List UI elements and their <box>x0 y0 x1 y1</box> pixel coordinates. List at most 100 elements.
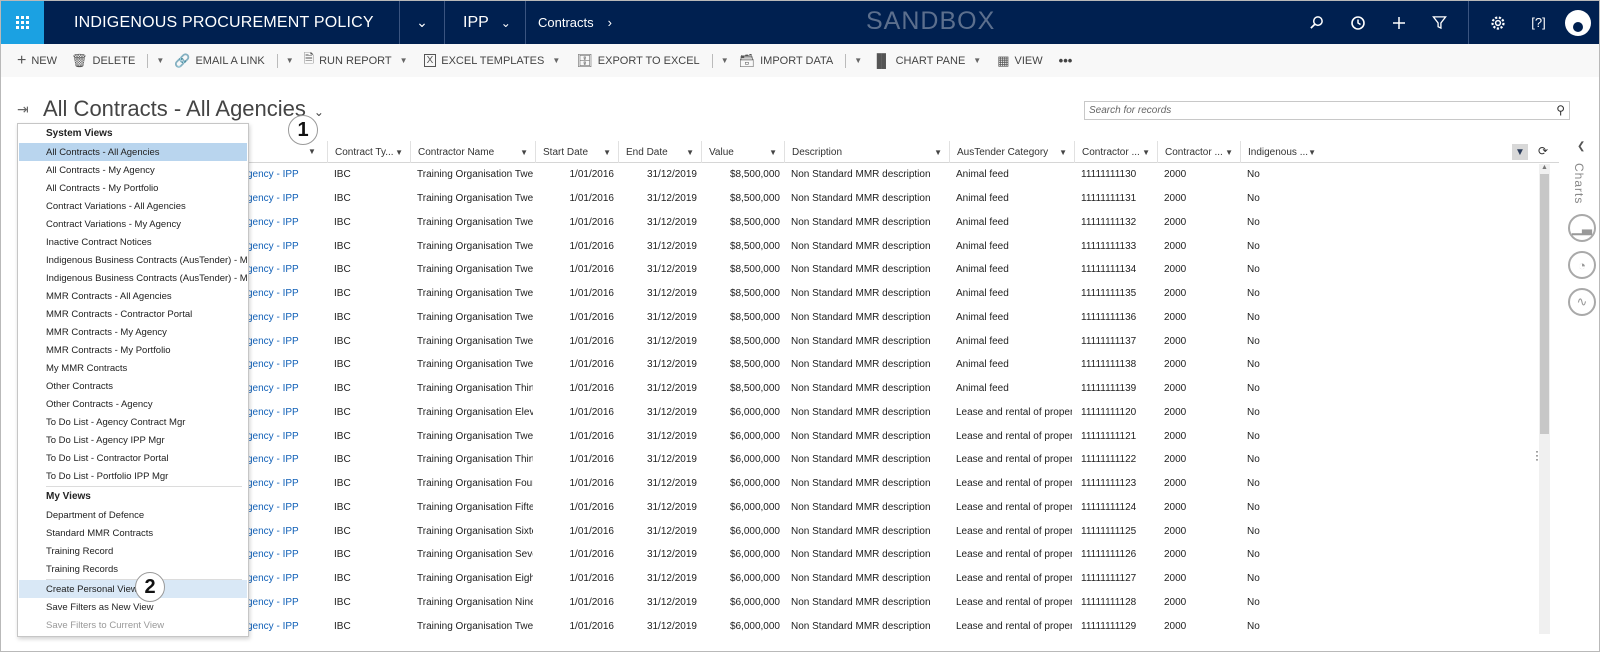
view-option[interactable]: Inactive Contract Notices <box>19 233 247 251</box>
column-header[interactable]: Contractor ... ▼ <box>1157 141 1240 163</box>
owner-agency-link[interactable]: gency - IPP <box>247 211 327 235</box>
view-option[interactable]: To Do List - Contractor Portal <box>19 449 247 467</box>
personal-view-option[interactable]: Training Records <box>19 560 247 578</box>
pin-icon[interactable]: ⇥ <box>17 101 43 118</box>
view-option[interactable]: Contract Variations - All Agencies <box>19 197 247 215</box>
view-option[interactable]: All Contracts - All Agencies <box>19 143 247 161</box>
view-option[interactable]: Indigenous Business Contracts (AusTender… <box>19 269 247 287</box>
sort-dropdown-icon[interactable]: ▼ <box>395 148 403 157</box>
search-icon[interactable]: ⚲ <box>1556 103 1565 117</box>
owner-agency-link[interactable]: gency - IPP <box>247 424 327 448</box>
import-data-button[interactable]: 🗃 IMPORT DATA <box>739 44 842 77</box>
column-header[interactable]: Contractor Name ▼ <box>410 141 535 163</box>
delete-dropdown-button[interactable]: ▼ <box>143 44 174 77</box>
sort-dropdown-icon[interactable]: ▼ <box>686 148 694 157</box>
module-switcher[interactable]: IPP ⌄ <box>445 14 525 32</box>
owner-agency-link[interactable]: gency - IPP <box>247 567 327 591</box>
delete-button[interactable]: 🗑 DELETE <box>71 44 143 77</box>
owner-agency-link[interactable]: gency - IPP <box>247 591 327 615</box>
view-option[interactable]: Indigenous Business Contracts (AusTender… <box>19 251 247 269</box>
scrollbar-thumb[interactable] <box>1540 174 1549 434</box>
view-button[interactable]: ▦ VIEW <box>997 44 1058 77</box>
view-option[interactable]: Other Contracts - Agency <box>19 395 247 413</box>
column-header[interactable]: Description ▼ <box>784 141 949 163</box>
owner-agency-link[interactable]: gency - IPP <box>247 543 327 567</box>
import-data-dropdown-button[interactable]: ▼ <box>841 44 872 77</box>
view-option[interactable]: Other Contracts <box>19 377 247 395</box>
sort-dropdown-icon[interactable]: ▼ <box>1225 148 1233 157</box>
email-link-button[interactable]: 🔗 EMAIL A LINK <box>174 44 272 77</box>
view-option[interactable]: MMR Contracts - All Agencies <box>19 287 247 305</box>
owner-agency-link[interactable]: gency - IPP <box>247 163 327 187</box>
line-chart-icon[interactable]: ∿ <box>1568 288 1596 316</box>
view-option[interactable]: All Contracts - My Portfolio <box>19 179 247 197</box>
sort-dropdown-icon[interactable]: ▼ <box>1059 148 1067 157</box>
sort-dropdown-icon[interactable]: ▼ <box>934 148 942 157</box>
search-icon[interactable] <box>1296 1 1337 44</box>
history-icon[interactable] <box>1337 1 1378 44</box>
owner-agency-link[interactable]: gency - IPP <box>247 306 327 330</box>
column-header[interactable]: Start Date ▼ <box>535 141 618 163</box>
sort-dropdown-icon[interactable]: ▼ <box>769 148 777 157</box>
sort-dropdown-icon[interactable]: ▼ <box>520 148 528 157</box>
chart-pane-button[interactable]: ▐▌ CHART PANE ▼ <box>872 44 997 77</box>
refresh-icon[interactable]: ⟳ <box>1538 144 1548 158</box>
avatar[interactable] <box>1565 9 1591 36</box>
plus-icon[interactable] <box>1378 1 1419 44</box>
view-option[interactable]: Contract Variations - My Agency <box>19 215 247 233</box>
column-header[interactable]: AusTender Category ▼ <box>949 141 1074 163</box>
owner-agency-link[interactable]: gency - IPP <box>247 519 327 543</box>
column-header[interactable]: End Date ▼ <box>618 141 701 163</box>
owner-agency-link[interactable]: gency - IPP <box>247 329 327 353</box>
owner-agency-link[interactable]: gency - IPP <box>247 282 327 306</box>
more-commands-button[interactable]: ••• <box>1059 44 1081 77</box>
scroll-up-icon[interactable]: ▲ <box>1541 164 1548 171</box>
view-option[interactable]: MMR Contracts - My Agency <box>19 323 247 341</box>
column-header[interactable]: Contractor ... ▼ <box>1074 141 1157 163</box>
filter-icon[interactable] <box>1419 1 1460 44</box>
excel-templates-button[interactable]: X EXCEL TEMPLATES ▼ <box>423 44 577 77</box>
view-option[interactable]: To Do List - Portfolio IPP Mgr <box>19 467 247 485</box>
filter-icon[interactable]: ▼ <box>1512 144 1528 160</box>
view-option[interactable]: To Do List - Agency IPP Mgr <box>19 431 247 449</box>
view-option[interactable]: All Contracts - My Agency <box>19 161 247 179</box>
chevron-down-icon[interactable]: ⌄ <box>314 105 324 119</box>
view-selector[interactable]: All Contracts - All Agencies <box>43 96 306 122</box>
owner-agency-link[interactable]: gency - IPP <box>247 401 327 425</box>
bar-chart-icon[interactable]: ▁▃ <box>1568 214 1596 242</box>
gear-icon[interactable] <box>1477 1 1518 44</box>
column-header[interactable]: Indigenous ... ▼ <box>1240 141 1323 163</box>
view-option[interactable]: To Do List - Agency Contract Mgr <box>19 413 247 431</box>
sort-dropdown-icon[interactable]: ▼ <box>603 148 611 157</box>
help-icon[interactable]: [?] <box>1518 1 1559 44</box>
pie-chart-icon[interactable]: ◔ <box>1568 251 1596 279</box>
view-option[interactable]: MMR Contracts - Contractor Portal <box>19 305 247 323</box>
app-title[interactable]: INDIGENOUS PROCUREMENT POLICY <box>44 14 399 32</box>
run-report-button[interactable]: 🗎 RUN REPORT ▼ <box>304 44 424 77</box>
owner-agency-link[interactable]: gency - IPP <box>247 187 327 211</box>
personal-view-option[interactable]: Training Record <box>19 542 247 560</box>
export-excel-dropdown-button[interactable]: ▼ <box>708 44 739 77</box>
chevron-down-icon[interactable]: ⌄ <box>400 14 444 31</box>
chevron-left-icon[interactable]: ❮ <box>1577 141 1585 152</box>
personal-view-option[interactable]: Standard MMR Contracts <box>19 524 247 542</box>
view-option[interactable]: My MMR Contracts <box>19 359 247 377</box>
owner-agency-link[interactable]: gency - IPP <box>247 472 327 496</box>
save-filters-new-view-button[interactable]: Save Filters as New View <box>19 598 247 616</box>
owner-agency-link[interactable]: gency - IPP <box>247 448 327 472</box>
email-link-dropdown-button[interactable]: ▼ <box>273 44 304 77</box>
column-header[interactable]: Contract Ty... ▼ <box>327 141 410 163</box>
create-personal-view-button[interactable]: Create Personal View <box>19 580 247 598</box>
export-excel-button[interactable]: 🗄 EXPORT TO EXCEL <box>576 44 707 77</box>
column-header[interactable]: Value ▼ <box>701 141 784 163</box>
personal-view-option[interactable]: Department of Defence <box>19 506 247 524</box>
owner-agency-link[interactable]: gency - IPP <box>247 353 327 377</box>
search-input[interactable]: Search for records ⚲ <box>1084 101 1570 120</box>
view-option[interactable]: MMR Contracts - My Portfolio <box>19 341 247 359</box>
app-launcher-button[interactable] <box>1 1 44 44</box>
owner-agency-link[interactable]: gency - IPP <box>247 234 327 258</box>
new-button[interactable]: + NEW <box>17 44 71 77</box>
more-vertical-icon[interactable]: · · · <box>1535 445 1539 465</box>
breadcrumb[interactable]: Contracts › <box>526 15 624 30</box>
owner-agency-link[interactable]: gency - IPP <box>247 377 327 401</box>
